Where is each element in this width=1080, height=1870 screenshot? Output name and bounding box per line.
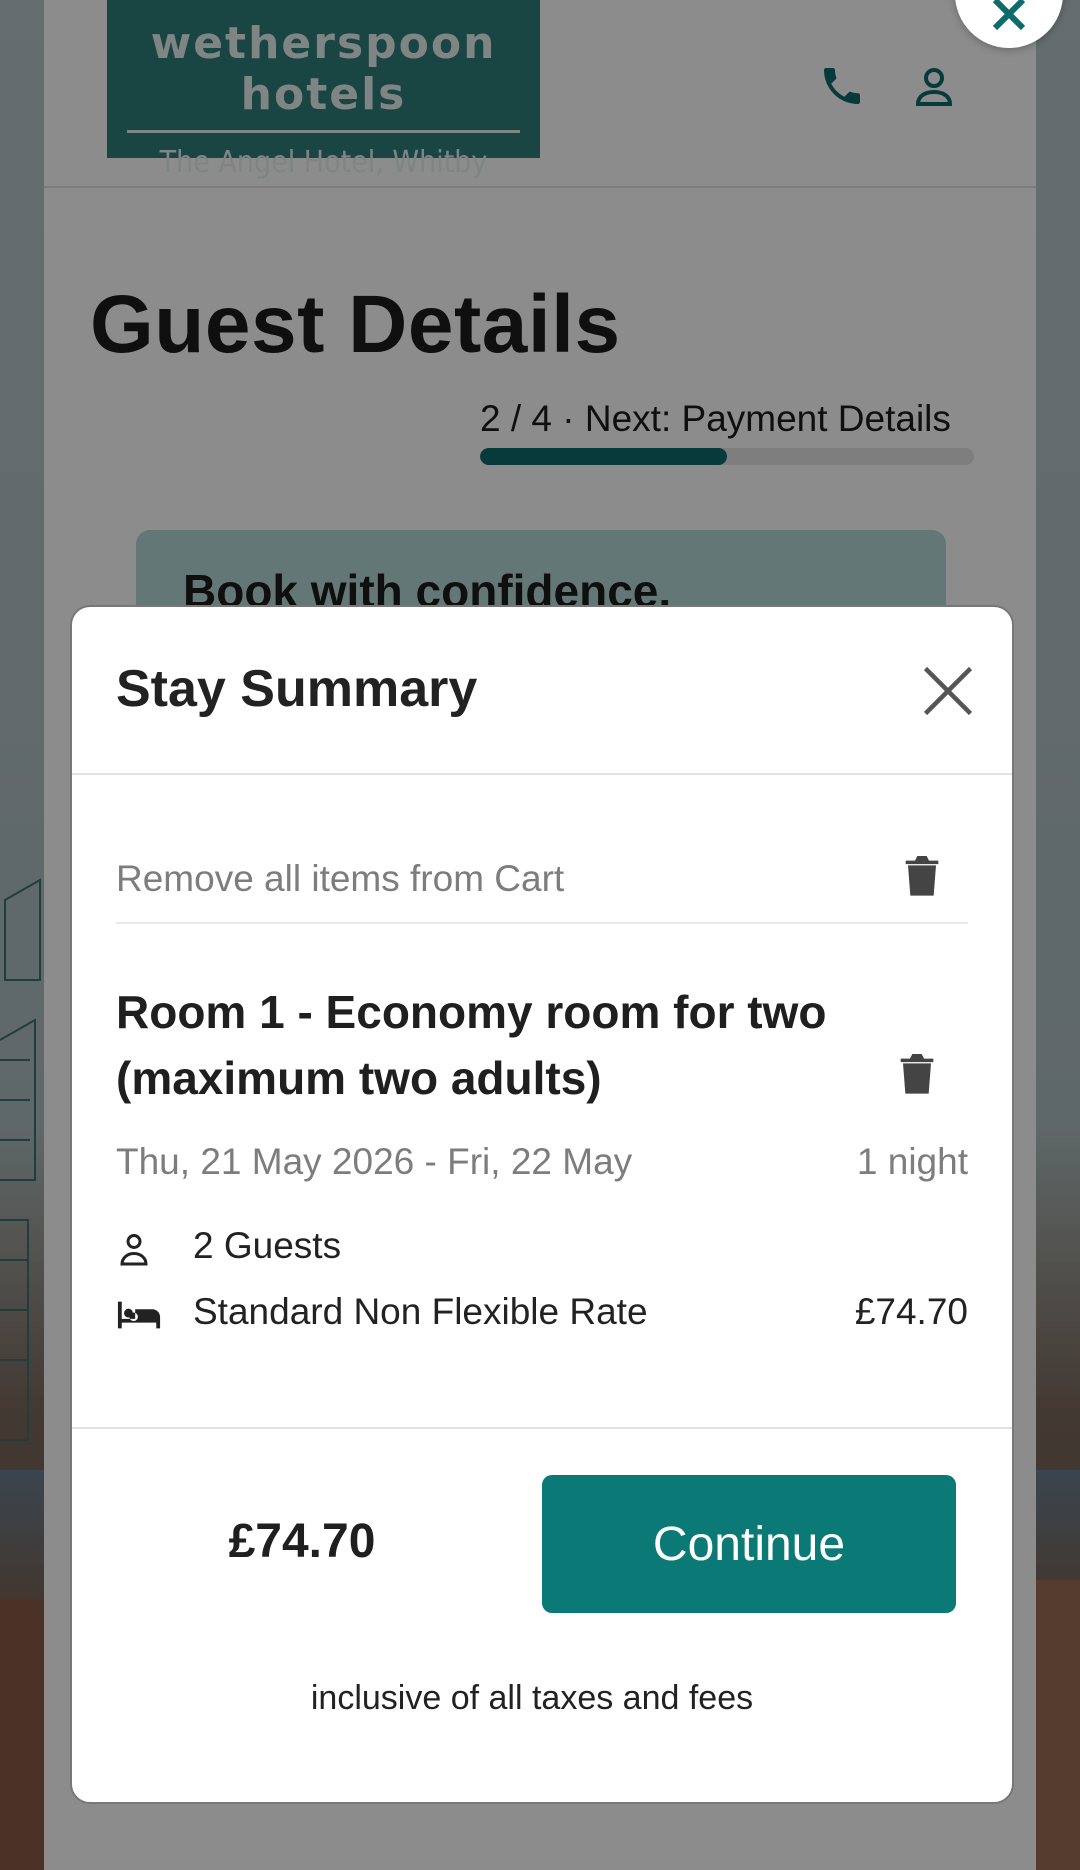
trash-icon[interactable] bbox=[904, 856, 940, 898]
night-count: 1 night bbox=[856, 1141, 968, 1182]
rate-row: Standard Non Flexible Rate £74.70 bbox=[116, 1291, 968, 1341]
person-icon bbox=[120, 1234, 148, 1266]
dialog-title: Stay Summary bbox=[116, 660, 478, 718]
guests-row: 2 Guests bbox=[116, 1225, 968, 1275]
dialog-header: Stay Summary bbox=[72, 607, 1012, 775]
tax-note: inclusive of all taxes and fees bbox=[310, 1679, 754, 1717]
close-icon bbox=[992, 0, 1026, 31]
remove-all-row: Remove all items from Cart bbox=[116, 822, 968, 924]
rate-name: Standard Non Flexible Rate bbox=[193, 1291, 648, 1332]
stay-summary-dialog: Stay Summary Remove all items from Cart … bbox=[70, 605, 1014, 1804]
room-name: Room 1 - Economy room for two (maximum t… bbox=[116, 986, 827, 1104]
stay-dates: Thu, 21 May 2026 - Fri, 22 May bbox=[116, 1141, 633, 1182]
continue-button[interactable]: Continue bbox=[542, 1475, 956, 1613]
rate-price: £74.70 bbox=[854, 1291, 968, 1332]
trash-icon[interactable] bbox=[899, 1054, 935, 1096]
remove-all-label[interactable]: Remove all items from Cart bbox=[116, 858, 564, 900]
guest-count: 2 Guests bbox=[193, 1225, 342, 1266]
total-price: £74.70 bbox=[228, 1515, 376, 1568]
bed-icon bbox=[117, 1301, 161, 1329]
dialog-footer: £74.70 Continue inclusive of all taxes a… bbox=[72, 1427, 1012, 1802]
close-icon[interactable] bbox=[918, 661, 978, 721]
